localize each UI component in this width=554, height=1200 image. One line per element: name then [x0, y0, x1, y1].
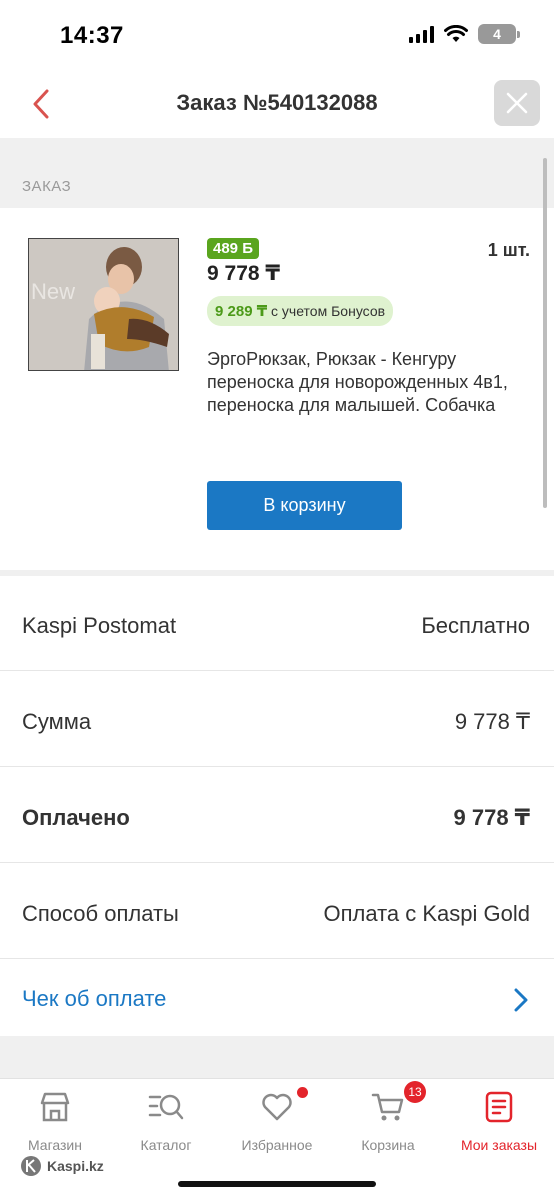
bonus-price-value: 9 289 ₸: [215, 303, 268, 320]
receipt-link[interactable]: Чек об оплате: [22, 986, 166, 1012]
product-name[interactable]: ЭргоРюкзак, Рюкзак - Кенгуру переноска д…: [207, 348, 527, 417]
close-button[interactable]: [494, 80, 540, 126]
watermark-text: Kaspi.kz: [47, 1158, 104, 1174]
cellular-signal-icon: [409, 25, 434, 43]
paid-row: Оплачено 9 778 ₸: [0, 768, 554, 863]
tab-store[interactable]: Магазин: [0, 1087, 110, 1153]
status-bar: 14:37 4: [0, 0, 554, 70]
battery-icon: 4: [478, 24, 520, 44]
cart-icon: [371, 1093, 404, 1121]
chevron-right-icon: [514, 988, 528, 1012]
home-indicator[interactable]: [178, 1181, 376, 1187]
wifi-icon: [444, 25, 468, 42]
status-time: 14:37: [60, 22, 124, 49]
favorites-indicator-dot: [297, 1087, 308, 1098]
close-icon: [506, 92, 528, 114]
sum-value: 9 778 ₸: [454, 709, 530, 734]
sum-row: Сумма 9 778 ₸: [0, 672, 554, 767]
status-icons: 4: [409, 24, 520, 44]
delivery-value: Бесплатно: [421, 613, 530, 638]
receipt-row[interactable]: Чек об оплате: [0, 960, 554, 1036]
tab-label: Корзина: [361, 1137, 415, 1153]
nav-header: Заказ №540132088: [0, 70, 554, 138]
order-section-label: ЗАКАЗ: [22, 178, 72, 195]
scrollbar[interactable]: [543, 158, 547, 508]
delivery-row: Kaspi Postomat Бесплатно: [0, 576, 554, 671]
product-image[interactable]: New: [28, 238, 179, 371]
add-to-cart-button[interactable]: В корзину: [207, 481, 402, 530]
section-divider: [0, 138, 554, 208]
bonus-price-suffix: с учетом Бонусов: [271, 303, 386, 319]
svg-text:New: New: [31, 279, 75, 304]
sum-label: Сумма: [22, 709, 92, 734]
tab-catalog[interactable]: Каталог: [111, 1087, 221, 1153]
delivery-label: Kaspi Postomat: [22, 613, 177, 638]
section-divider: [0, 1036, 554, 1078]
watermark: Kaspi.kz: [20, 1155, 104, 1177]
payment-method-row: Способ оплаты Оплата с Kaspi Gold: [0, 864, 554, 959]
paid-label: Оплачено: [22, 805, 130, 830]
paid-value: 9 778 ₸: [453, 805, 530, 830]
tab-my-orders[interactable]: Мои заказы: [444, 1087, 554, 1153]
tab-favorites[interactable]: Избранное: [222, 1087, 332, 1153]
product-card: New 489 Б 9 778 ₸ 1 шт. 9 289 ₸ с учетом…: [0, 208, 554, 570]
kaspi-logo-icon: [21, 1156, 41, 1176]
tab-label: Каталог: [140, 1137, 192, 1153]
orders-icon: [485, 1091, 513, 1123]
bonus-badge: 489 Б: [207, 238, 259, 259]
bonus-price-pill: 9 289 ₸ с учетом Бонусов: [207, 296, 394, 326]
store-icon: [40, 1092, 70, 1122]
payment-method-value: Оплата с Kaspi Gold: [323, 901, 530, 926]
tab-cart[interactable]: 13 Корзина: [333, 1081, 443, 1153]
product-quantity: 1 шт.: [487, 240, 530, 260]
catalog-search-icon: [148, 1094, 184, 1120]
page-title: Заказ №540132088: [176, 90, 378, 115]
tab-label: Магазин: [27, 1137, 82, 1153]
cart-count-badge: 13: [404, 1081, 426, 1103]
tab-label: Мои заказы: [460, 1137, 538, 1153]
payment-method-label: Способ оплаты: [22, 901, 179, 926]
heart-icon: [262, 1093, 292, 1121]
tab-label: Избранное: [241, 1137, 313, 1153]
product-price: 9 778 ₸: [207, 262, 280, 285]
